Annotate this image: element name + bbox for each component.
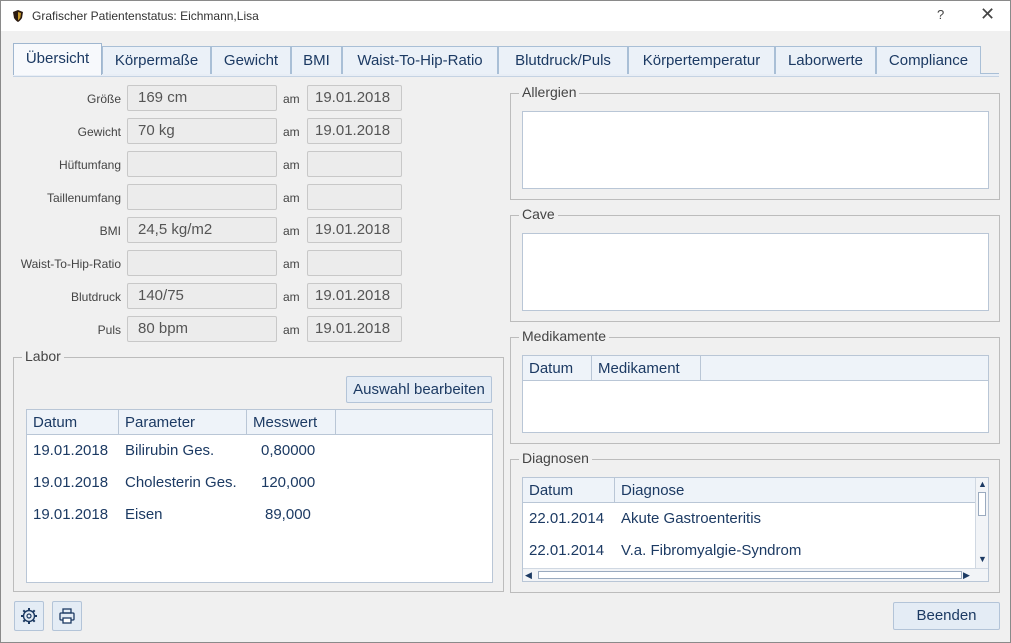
tab-koerpermasse[interactable]: Körpermaße <box>102 46 211 74</box>
tab-bmi[interactable]: BMI <box>291 46 342 74</box>
col-diagnose[interactable]: Diagnose <box>615 478 976 503</box>
cell-date: 22.01.2014 <box>529 510 605 527</box>
cell-parameter: Bilirubin Ges. <box>125 442 215 459</box>
labor-group: Labor Auswahl bearbeiten Datum Parameter… <box>13 348 504 592</box>
labor-table: Datum Parameter Messwert 19.01.2018 Bili… <box>26 409 493 583</box>
tab-compliance[interactable]: Compliance <box>876 46 981 74</box>
cave-group: Cave <box>510 206 1000 322</box>
close-window-button[interactable]: ✕ <box>980 4 995 25</box>
bmi-field[interactable]: 24,5 kg/m2 <box>127 217 277 243</box>
cell-parameter: Eisen <box>125 506 163 523</box>
label-blutdruck: Blutdruck <box>70 290 121 304</box>
label-hueftumfang: Hüftumfang <box>58 158 121 172</box>
auswahl-bearbeiten-button[interactable]: Auswahl bearbeiten <box>346 376 492 403</box>
medikamente-group: Medikamente Datum Medikament <box>510 328 1000 444</box>
diagnosen-title: Diagnosen <box>519 450 592 466</box>
blutdruck-field[interactable]: 140/75 <box>127 283 277 309</box>
label-taillenumfang: Taillenumfang <box>46 191 121 205</box>
am-label: am <box>283 224 300 238</box>
cell-diagnose: V.a. Fibromyalgie-Syndrom <box>621 542 802 559</box>
allergien-group: Allergien <box>510 84 1000 200</box>
diagnosen-group: Diagnosen Datum Diagnose 22.01.2014 Akut… <box>510 450 1000 593</box>
hueftumfang-date-field[interactable] <box>307 151 402 177</box>
app-shield-icon <box>11 9 25 23</box>
medikamente-table-header: Datum Medikament <box>523 356 988 381</box>
blutdruck-date-field[interactable]: 19.01.2018 <box>307 283 402 309</box>
cell-parameter: Cholesterin Ges. <box>125 474 237 491</box>
col-medikament[interactable]: Medikament <box>592 356 701 381</box>
title-bar: Grafischer Patientenstatus: Eichmann,Lis… <box>1 1 1010 31</box>
beenden-button[interactable]: Beenden <box>893 602 1000 630</box>
labor-title: Labor <box>22 348 64 364</box>
cell-date: 19.01.2018 <box>33 506 109 523</box>
label-bmi: BMI <box>99 224 121 238</box>
scroll-left-icon[interactable]: ◀ <box>525 570 532 581</box>
cell-date: 22.01.2014 <box>529 542 605 559</box>
tab-koerpertemperatur[interactable]: Körpertemperatur <box>628 46 775 74</box>
tab-uebersicht[interactable]: Übersicht <box>13 43 102 75</box>
window-title: Grafischer Patientenstatus: Eichmann,Lis… <box>32 9 259 23</box>
medikamente-title: Medikamente <box>519 328 610 344</box>
scroll-right-icon[interactable]: ▶ <box>963 570 970 581</box>
scroll-thumb[interactable] <box>538 571 962 579</box>
cell-date: 19.01.2018 <box>33 442 109 459</box>
groesse-date-field[interactable]: 19.01.2018 <box>307 85 402 111</box>
cell-diagnose: Akute Gastroenteritis <box>621 510 762 527</box>
label-puls: Puls <box>97 323 121 337</box>
gear-icon <box>20 607 38 630</box>
vertical-scrollbar[interactable]: ▲ ▼ <box>975 478 988 568</box>
medikamente-table: Datum Medikament <box>522 355 989 433</box>
cave-title: Cave <box>519 206 558 222</box>
cave-textarea[interactable] <box>522 233 989 311</box>
settings-button[interactable] <box>14 601 44 631</box>
tab-gewicht[interactable]: Gewicht <box>211 46 291 74</box>
scroll-up-icon[interactable]: ▲ <box>978 479 987 489</box>
gewicht-date-field[interactable]: 19.01.2018 <box>307 118 402 144</box>
label-groesse: Größe <box>86 92 121 106</box>
scroll-down-icon[interactable]: ▼ <box>978 554 987 564</box>
scroll-thumb[interactable] <box>978 492 986 516</box>
am-label: am <box>283 158 300 172</box>
groesse-field[interactable]: 169 cm <box>127 85 277 111</box>
cell-date: 19.01.2018 <box>33 474 109 491</box>
diagnosen-table-header: Datum Diagnose <box>523 478 976 503</box>
diagnosen-table: Datum Diagnose 22.01.2014 Akute Gastroen… <box>522 477 989 582</box>
cell-value: 120,000 <box>261 474 316 491</box>
am-label: am <box>283 290 300 304</box>
allergien-textarea[interactable] <box>522 111 989 189</box>
am-label: am <box>283 92 300 106</box>
label-waist-to-hip: Waist-To-Hip-Ratio <box>20 257 121 271</box>
cell-value: 0,80000 <box>261 442 316 459</box>
hueftumfang-field[interactable] <box>127 151 277 177</box>
puls-date-field[interactable]: 19.01.2018 <box>307 316 402 342</box>
am-label: am <box>283 257 300 271</box>
col-datum[interactable]: Datum <box>27 410 119 435</box>
taillenumfang-field[interactable] <box>127 184 277 210</box>
am-label: am <box>283 323 300 337</box>
puls-field[interactable]: 80 bpm <box>127 316 277 342</box>
print-button[interactable] <box>52 601 82 631</box>
am-label: am <box>283 191 300 205</box>
am-label: am <box>283 125 300 139</box>
cell-value: 89,000 <box>265 506 311 523</box>
tab-laborwerte[interactable]: Laborwerte <box>775 46 876 74</box>
horizontal-scrollbar[interactable]: ◀ ▶ <box>523 568 988 581</box>
waist-to-hip-date-field[interactable] <box>307 250 402 276</box>
help-button[interactable]: ? <box>937 7 944 22</box>
labor-table-header: Datum Parameter Messwert <box>27 410 492 435</box>
allergien-title: Allergien <box>519 84 580 100</box>
col-datum[interactable]: Datum <box>523 478 615 503</box>
tab-waist-to-hip[interactable]: Waist-To-Hip-Ratio <box>342 46 498 74</box>
printer-icon <box>58 607 76 630</box>
col-messwert[interactable]: Messwert <box>247 410 336 435</box>
col-parameter[interactable]: Parameter <box>119 410 247 435</box>
tab-blutdruck-puls[interactable]: Blutdruck/Puls <box>498 46 628 74</box>
col-datum[interactable]: Datum <box>523 356 592 381</box>
taillenumfang-date-field[interactable] <box>307 184 402 210</box>
gewicht-field[interactable]: 70 kg <box>127 118 277 144</box>
label-gewicht: Gewicht <box>77 125 121 139</box>
waist-to-hip-field[interactable] <box>127 250 277 276</box>
bmi-date-field[interactable]: 19.01.2018 <box>307 217 402 243</box>
main-window: Grafischer Patientenstatus: Eichmann,Lis… <box>0 0 1011 643</box>
